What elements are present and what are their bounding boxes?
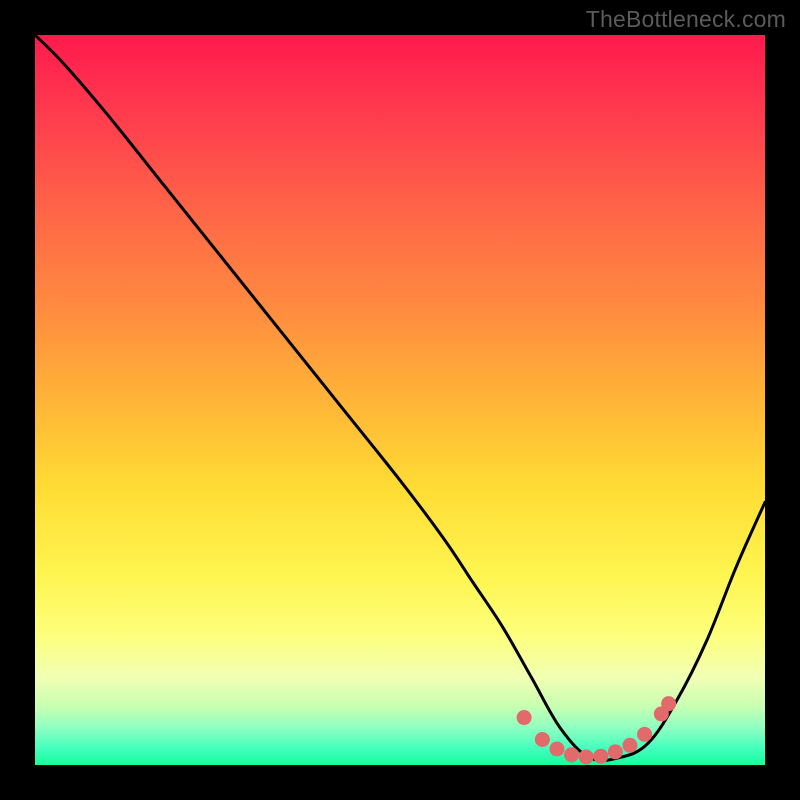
chart-plot-area (35, 35, 765, 765)
chart-frame: TheBottleneck.com (0, 0, 800, 800)
watermark-text: TheBottleneck.com (586, 6, 786, 33)
